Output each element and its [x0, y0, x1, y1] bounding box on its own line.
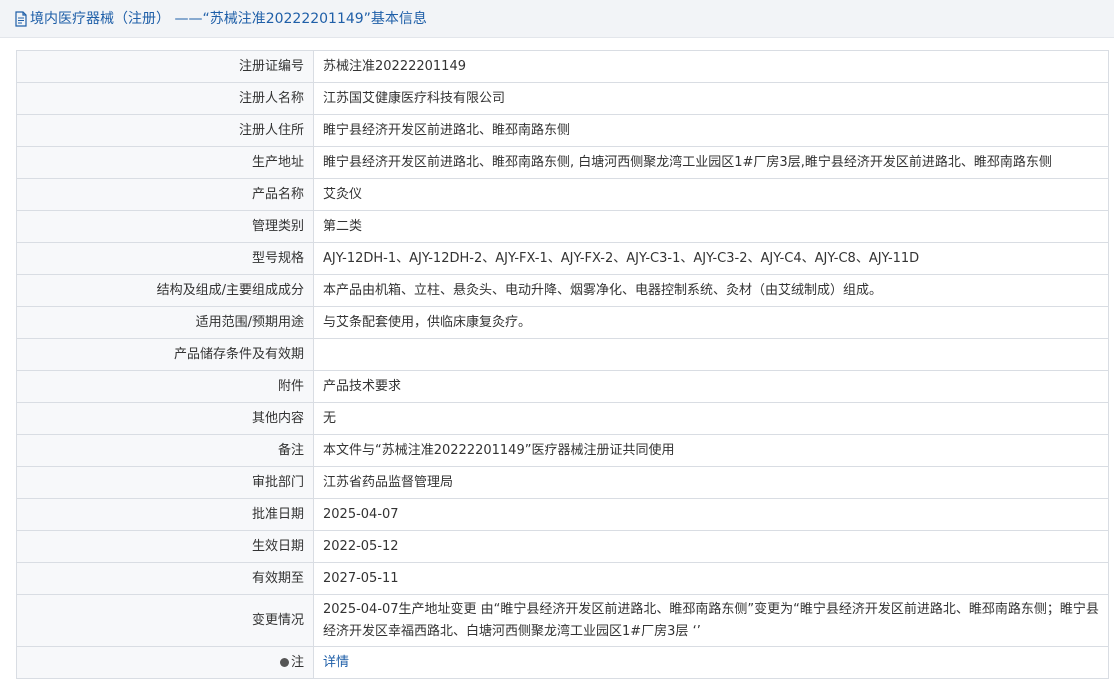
table-row: 产品名称 艾灸仪 [16, 178, 1109, 211]
row-label-production-address: 生产地址 [16, 146, 314, 179]
row-value-valid-until: 2027-05-11 [313, 562, 1109, 595]
row-label-structure: 结构及组成/主要组成成分 [16, 274, 314, 307]
table-row: 批准日期 2025-04-07 [16, 498, 1109, 531]
page-header: 境内医疗器械（注册） ——“苏械注准20222201149”基本信息 [0, 0, 1114, 38]
detail-link[interactable]: 详情 [323, 655, 349, 670]
table-row: 其他内容 无 [16, 402, 1109, 435]
row-value-note: 详情 [313, 646, 1109, 679]
table-row: 有效期至 2027-05-11 [16, 562, 1109, 595]
header-title-group: 境内医疗器械（注册） ——“苏械注准20222201149”基本信息 [14, 10, 427, 28]
row-label-management-category: 管理类别 [16, 210, 314, 243]
row-value-registrant-address: 睢宁县经济开发区前进路北、睢邳南路东侧 [313, 114, 1109, 147]
info-table: 注册证编号 苏械注准20222201149 注册人名称 江苏国艾健康医疗科技有限… [16, 50, 1109, 679]
row-label-attachment: 附件 [16, 370, 314, 403]
row-label-approval-date: 批准日期 [16, 498, 314, 531]
row-value-approval-date: 2025-04-07 [313, 498, 1109, 531]
row-value-changes: 2025-04-07生产地址变更 由“睢宁县经济开发区前进路北、睢邳南路东侧”变… [313, 594, 1109, 647]
note-label: 注 [290, 654, 304, 670]
page-title: 境内医疗器械（注册） ——“苏械注准20222201149”基本信息 [30, 11, 427, 27]
table-row: 型号规格 AJY-12DH-1、AJY-12DH-2、AJY-FX-1、AJY-… [16, 242, 1109, 275]
table-row: 生产地址 睢宁县经济开发区前进路北、睢邳南路东侧, 白塘河西侧聚龙湾工业园区1#… [16, 146, 1109, 179]
row-label-registration-number: 注册证编号 [16, 50, 314, 83]
table-row: 管理类别 第二类 [16, 210, 1109, 243]
document-icon [15, 11, 27, 27]
table-row: 注册人住所 睢宁县经济开发区前进路北、睢邳南路东侧 [16, 114, 1109, 147]
table-row: 备注 本文件与“苏械注准20222201149”医疗器械注册证共同使用 [16, 434, 1109, 467]
row-label-storage: 产品储存条件及有效期 [16, 338, 314, 371]
row-label-other: 其他内容 [16, 402, 314, 435]
table-row: 注册人名称 江苏国艾健康医疗科技有限公司 [16, 82, 1109, 115]
row-label-model-spec: 型号规格 [16, 242, 314, 275]
table-row: 注 详情 [16, 646, 1109, 679]
row-value-attachment: 产品技术要求 [313, 370, 1109, 403]
row-value-production-address: 睢宁县经济开发区前进路北、睢邳南路东侧, 白塘河西侧聚龙湾工业园区1#厂房3层,… [313, 146, 1109, 179]
row-value-registration-number: 苏械注准20222201149 [313, 50, 1109, 83]
row-value-remarks: 本文件与“苏械注准20222201149”医疗器械注册证共同使用 [313, 434, 1109, 467]
table-row: 注册证编号 苏械注准20222201149 [16, 50, 1109, 83]
table-row: 附件 产品技术要求 [16, 370, 1109, 403]
row-label-note: 注 [16, 646, 314, 679]
row-value-other: 无 [313, 402, 1109, 435]
row-value-approval-dept: 江苏省药品监督管理局 [313, 466, 1109, 499]
table-row: 产品储存条件及有效期 [16, 338, 1109, 371]
row-value-storage [313, 338, 1109, 371]
row-value-effective-date: 2022-05-12 [313, 530, 1109, 563]
row-label-intended-use: 适用范围/预期用途 [16, 306, 314, 339]
row-label-remarks: 备注 [16, 434, 314, 467]
row-label-registrant-name: 注册人名称 [16, 82, 314, 115]
row-value-product-name: 艾灸仪 [313, 178, 1109, 211]
row-label-product-name: 产品名称 [16, 178, 314, 211]
table-row: 结构及组成/主要组成成分 本产品由机箱、立柱、悬灸头、电动升降、烟雾净化、电器控… [16, 274, 1109, 307]
row-label-registrant-address: 注册人住所 [16, 114, 314, 147]
row-value-registrant-name: 江苏国艾健康医疗科技有限公司 [313, 82, 1109, 115]
row-value-intended-use: 与艾条配套使用，供临床康复灸疗。 [313, 306, 1109, 339]
row-label-valid-until: 有效期至 [16, 562, 314, 595]
row-value-management-category: 第二类 [313, 210, 1109, 243]
table-row: 生效日期 2022-05-12 [16, 530, 1109, 563]
table-row: 适用范围/预期用途 与艾条配套使用，供临床康复灸疗。 [16, 306, 1109, 339]
table-row: 变更情况 2025-04-07生产地址变更 由“睢宁县经济开发区前进路北、睢邳南… [16, 594, 1109, 647]
row-value-structure: 本产品由机箱、立柱、悬灸头、电动升降、烟雾净化、电器控制系统、灸材（由艾绒制成）… [313, 274, 1109, 307]
table-row: 审批部门 江苏省药品监督管理局 [16, 466, 1109, 499]
row-label-approval-dept: 审批部门 [16, 466, 314, 499]
note-dot-icon [279, 657, 289, 667]
row-value-model-spec: AJY-12DH-1、AJY-12DH-2、AJY-FX-1、AJY-FX-2、… [313, 242, 1109, 275]
row-label-changes: 变更情况 [16, 594, 314, 647]
row-label-effective-date: 生效日期 [16, 530, 314, 563]
